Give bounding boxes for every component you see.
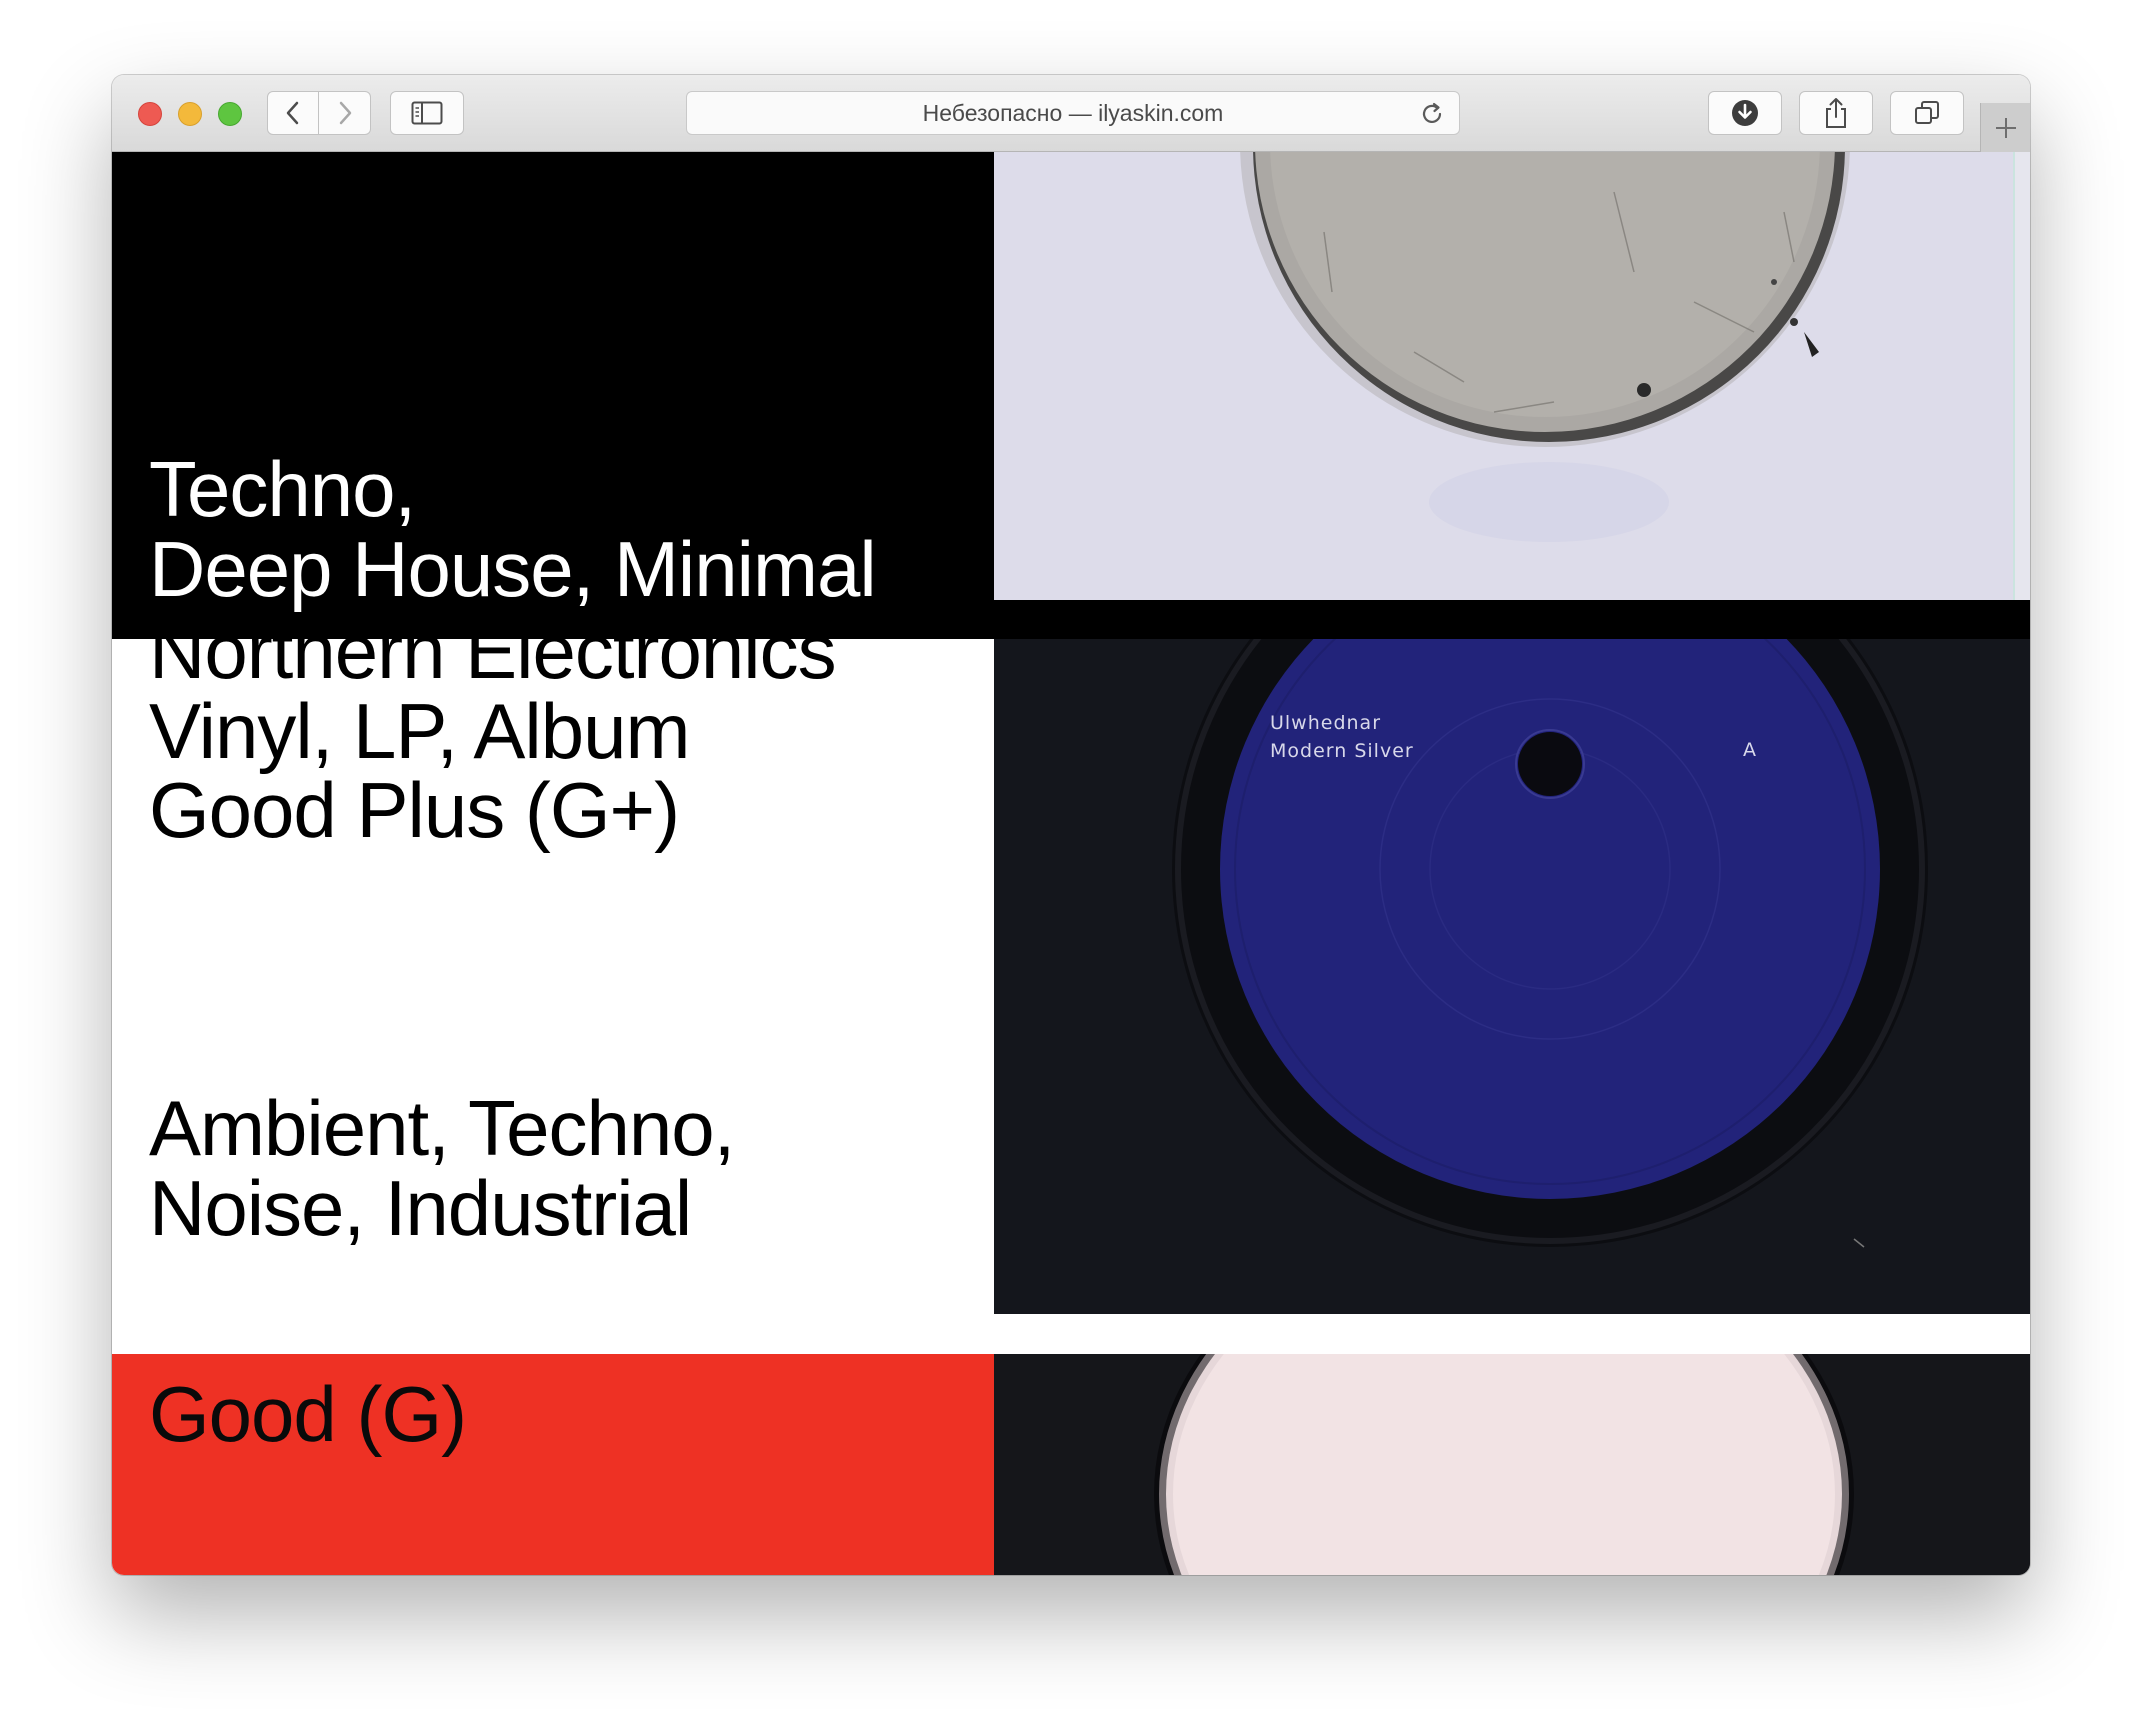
vinyl-record-image (994, 639, 2030, 1314)
record-1-genres: Techno, Deep House, Minimal (149, 445, 877, 613)
vinyl-record-image (994, 152, 2030, 600)
vinyl-label-artist: Ulwhednar (1270, 712, 1382, 734)
genre-line: Techno, (149, 445, 416, 533)
browser-toolbar: Небезопасно — ilyaskin.com (112, 75, 2030, 152)
record-label-name: Northern Electronics (149, 639, 837, 695)
tabs-icon (1915, 101, 1939, 124)
divider (994, 600, 2030, 639)
page-content: Techno, Deep House, Minimal Northern Ele… (112, 152, 2030, 1575)
vinyl-record-image (994, 1354, 2030, 1575)
record-2-photo[interactable]: Ulwhednar Modern Silver A (994, 639, 2030, 1314)
record-2-genres: Ambient, Techno, Noise, Industrial (149, 1084, 735, 1252)
vinyl-label-text: Ulwhednar Modern Silver (1270, 709, 1414, 765)
forward-button[interactable] (319, 91, 371, 135)
address-bar[interactable]: Небезопасно — ilyaskin.com (686, 91, 1460, 135)
record-3-info[interactable]: Good (G) (112, 1354, 994, 1575)
downloads-button[interactable] (1708, 91, 1782, 135)
vinyl-label-title: Modern Silver (1270, 740, 1414, 762)
share-button[interactable] (1799, 91, 1873, 135)
browser-window: Небезопасно — ilyaskin.com Techno, Deep … (112, 75, 2030, 1575)
show-tabs-button[interactable] (1890, 91, 1964, 135)
address-text: Небезопасно — ilyaskin.com (922, 100, 1224, 126)
record-2-details: Northern Electronics Vinyl, LP, Album (149, 639, 837, 775)
genre-line: Ambient, Techno, (149, 1084, 735, 1172)
divider (994, 1314, 2030, 1354)
genre-line: Deep House, Minimal (149, 525, 877, 613)
download-icon (1732, 100, 1758, 126)
record-3-condition: Good (G) (149, 1370, 467, 1458)
genre-line: Noise, Industrial (149, 1164, 692, 1252)
record-1-photo[interactable] (994, 152, 2030, 600)
chevron-right-icon (339, 101, 351, 125)
sidebar-icon (411, 101, 443, 125)
back-button[interactable] (267, 91, 319, 135)
zoom-window-button[interactable] (218, 102, 242, 126)
share-icon (1826, 98, 1846, 128)
record-2-condition: Good Plus (G+) (149, 766, 680, 854)
plus-icon (1995, 117, 2016, 138)
reload-icon[interactable] (1419, 101, 1445, 127)
record-3-photo[interactable] (994, 1354, 2030, 1575)
minimize-window-button[interactable] (178, 102, 202, 126)
vinyl-label-side: A (1743, 739, 1756, 761)
record-format: Vinyl, LP, Album (149, 687, 690, 775)
record-2-info[interactable]: Northern Electronics Vinyl, LP, Album Go… (112, 639, 994, 1354)
sidebar-toggle-button[interactable] (390, 91, 464, 135)
new-tab-button[interactable] (1980, 103, 2030, 152)
close-window-button[interactable] (138, 102, 162, 126)
record-1-info[interactable]: Techno, Deep House, Minimal (112, 152, 994, 639)
chevron-left-icon (286, 101, 299, 125)
